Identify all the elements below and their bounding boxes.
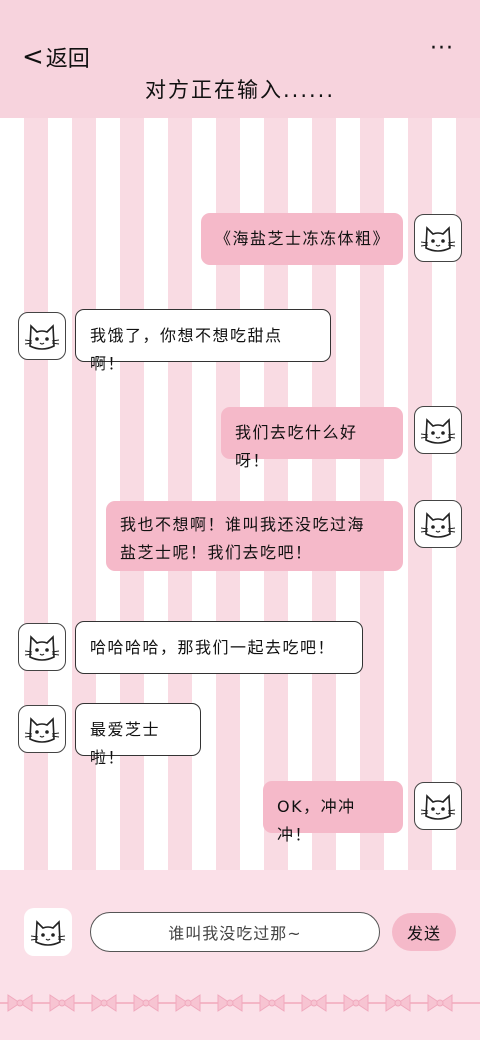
avatar[interactable] bbox=[414, 214, 462, 262]
message-bubble-outgoing[interactable]: 我也不想啊！谁叫我还没吃过海 盐芝士呢！我们去吃吧！ bbox=[106, 501, 403, 571]
avatar[interactable] bbox=[24, 908, 72, 956]
cat-icon bbox=[30, 920, 66, 946]
message-bubble-incoming[interactable]: 我饿了，你想不想吃甜点啊！ bbox=[75, 309, 331, 373]
chevron-left-icon: < bbox=[22, 42, 44, 72]
message-input[interactable]: 谁叫我没吃过那~ bbox=[90, 912, 380, 952]
avatar[interactable] bbox=[18, 312, 66, 360]
page-title: 对方正在输入...... bbox=[144, 78, 336, 102]
message-bubble-outgoing[interactable]: 《海盐芝士冻冻体粗》 bbox=[201, 213, 403, 265]
cat-icon bbox=[420, 418, 456, 444]
message-line: 盐芝士呢！我们去吃吧！ bbox=[120, 543, 313, 562]
avatar[interactable] bbox=[414, 782, 462, 830]
avatar[interactable] bbox=[18, 705, 66, 753]
bow-border-decoration bbox=[0, 994, 480, 1012]
top-bar: < 返回 ··· 对方正在输入...... bbox=[0, 0, 480, 118]
send-button[interactable]: 发送 bbox=[392, 913, 456, 951]
cat-icon bbox=[420, 226, 456, 252]
more-options-button[interactable]: ··· bbox=[430, 36, 454, 61]
cat-icon bbox=[420, 512, 456, 538]
cat-icon bbox=[24, 717, 60, 743]
avatar[interactable] bbox=[414, 406, 462, 454]
avatar[interactable] bbox=[18, 623, 66, 671]
avatar[interactable] bbox=[414, 500, 462, 548]
message-bubble-outgoing[interactable]: OK，冲冲冲！ bbox=[263, 781, 403, 844]
message-bubble-incoming[interactable]: 最爱芝士啦！ bbox=[75, 703, 201, 767]
message-line: 我也不想啊！谁叫我还没吃过海 bbox=[120, 515, 366, 534]
message-bubble-incoming[interactable]: 哈哈哈哈，那我们一起去吃吧！ bbox=[75, 621, 363, 674]
cat-icon bbox=[24, 635, 60, 661]
cat-icon bbox=[24, 324, 60, 350]
back-label: 返回 bbox=[45, 47, 90, 72]
cat-icon bbox=[420, 794, 456, 820]
message-bubble-outgoing[interactable]: 我们去吃什么好呀！ bbox=[221, 407, 403, 470]
back-button[interactable]: < 返回 bbox=[22, 40, 90, 74]
